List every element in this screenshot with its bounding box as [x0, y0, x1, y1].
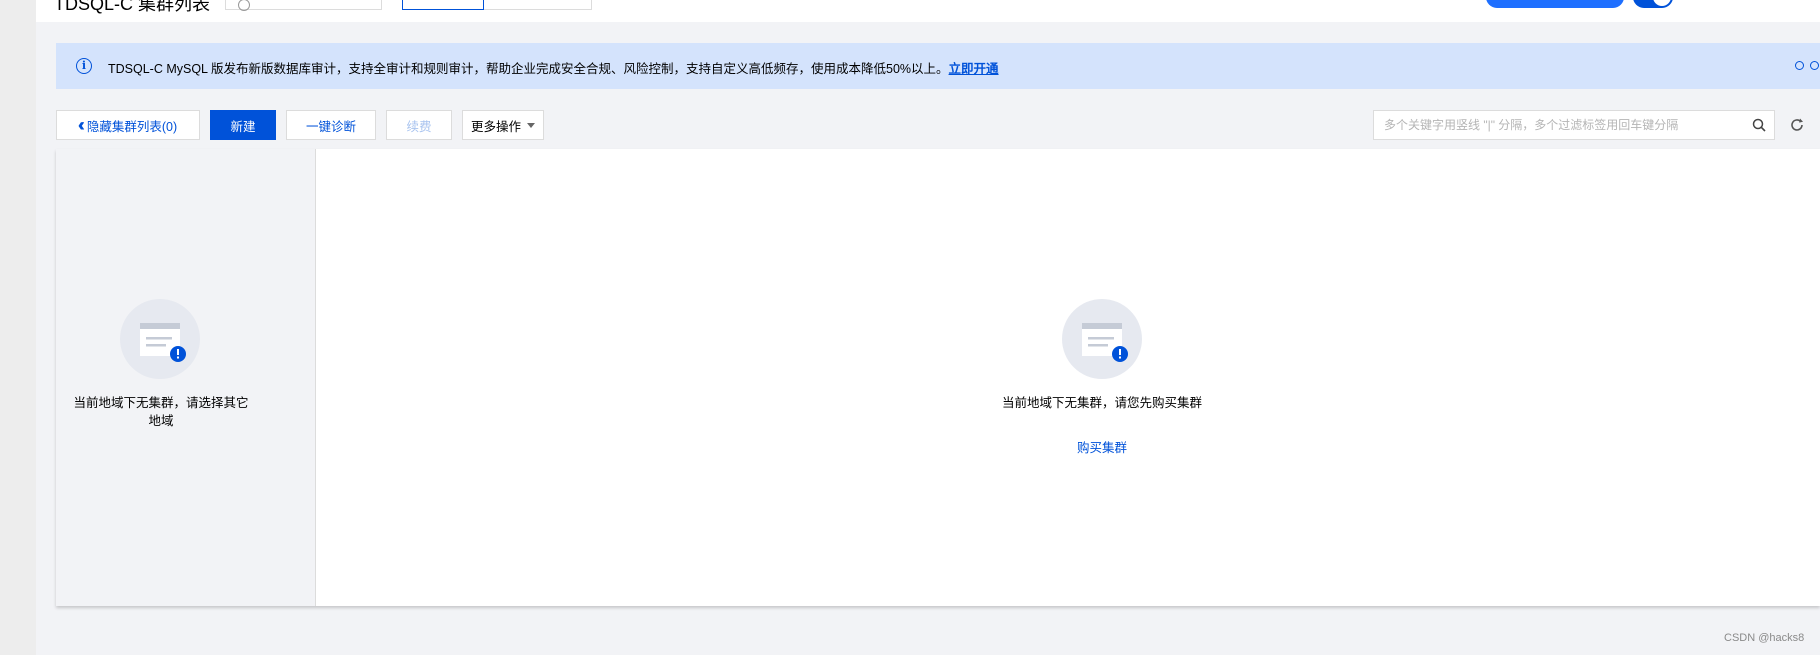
view-switch	[402, 0, 592, 10]
empty-state-icon	[1062, 299, 1142, 379]
promo-button[interactable]	[1486, 0, 1624, 8]
buy-cluster-link[interactable]: 购买集群	[1052, 437, 1152, 456]
region-selector[interactable]	[225, 0, 382, 11]
double-chevron-left-icon: ‹‹	[79, 116, 86, 134]
main-empty-text: 当前地域下无集群，请您先购买集群	[1001, 396, 1202, 410]
app-root: TDSQL-C 集群列表 i TDSQL-C MySQL 版发布新版数据库审计，…	[36, 0, 1820, 655]
more-actions-dropdown[interactable]: 更多操作	[462, 110, 544, 140]
banner-pagination	[1795, 61, 1820, 70]
new-button[interactable]: 新建	[210, 110, 276, 140]
banner-dot-1[interactable]	[1795, 61, 1804, 70]
new-button-label: 新建	[230, 119, 256, 134]
view-tab-2[interactable]	[484, 0, 592, 10]
left-empty-text: 当前地域下无集群，请选择其它地域	[73, 396, 249, 428]
watermark: CSDN @hacks8	[1724, 632, 1805, 644]
banner-dot-2[interactable]	[1810, 61, 1819, 70]
caret-down-icon	[527, 122, 535, 128]
feature-toggle[interactable]	[1633, 0, 1673, 8]
cluster-detail-pane: 当前地域下无集群，请您先购买集群 购买集群	[316, 149, 1820, 606]
view-tab-1[interactable]	[402, 0, 484, 10]
empty-state-icon	[120, 299, 200, 379]
renew-button-label: 续费	[406, 119, 432, 134]
diagnose-button-label: 一键诊断	[305, 119, 356, 134]
cluster-list-pane: 当前地域下无集群，请选择其它地域	[56, 149, 316, 606]
refresh-icon[interactable]	[1789, 117, 1805, 133]
search-icon[interactable]	[1752, 118, 1766, 132]
banner-message: TDSQL-C MySQL 版发布新版数据库审计，支持全审计和规则审计，帮助企业…	[108, 62, 949, 76]
one-click-diagnose-button[interactable]: 一键诊断	[286, 110, 376, 140]
renew-button[interactable]: 续费	[386, 110, 452, 140]
search-input[interactable]	[1374, 111, 1734, 139]
search-box	[1373, 110, 1775, 140]
top-header: TDSQL-C 集群列表	[36, 0, 1820, 22]
region-icon	[238, 0, 250, 11]
info-icon: i	[76, 58, 92, 74]
page-title: TDSQL-C 集群列表	[54, 0, 211, 14]
banner-text: TDSQL-C MySQL 版发布新版数据库审计，支持全审计和规则审计，帮助企业…	[108, 58, 999, 77]
more-actions-label: 更多操作	[470, 119, 521, 134]
hide-cluster-list-label: 隐藏集群列表(0)	[86, 119, 178, 134]
cluster-content: 当前地域下无集群，请选择其它地域 当前地域下无集群，请您先购买集群 购买集群	[56, 149, 1820, 606]
hide-cluster-list-button[interactable]: ‹‹ 隐藏集群列表(0)	[56, 110, 200, 140]
notice-banner: i TDSQL-C MySQL 版发布新版数据库审计，支持全审计和规则审计，帮助…	[56, 43, 1820, 89]
banner-open-link[interactable]: 立即开通	[949, 62, 999, 76]
